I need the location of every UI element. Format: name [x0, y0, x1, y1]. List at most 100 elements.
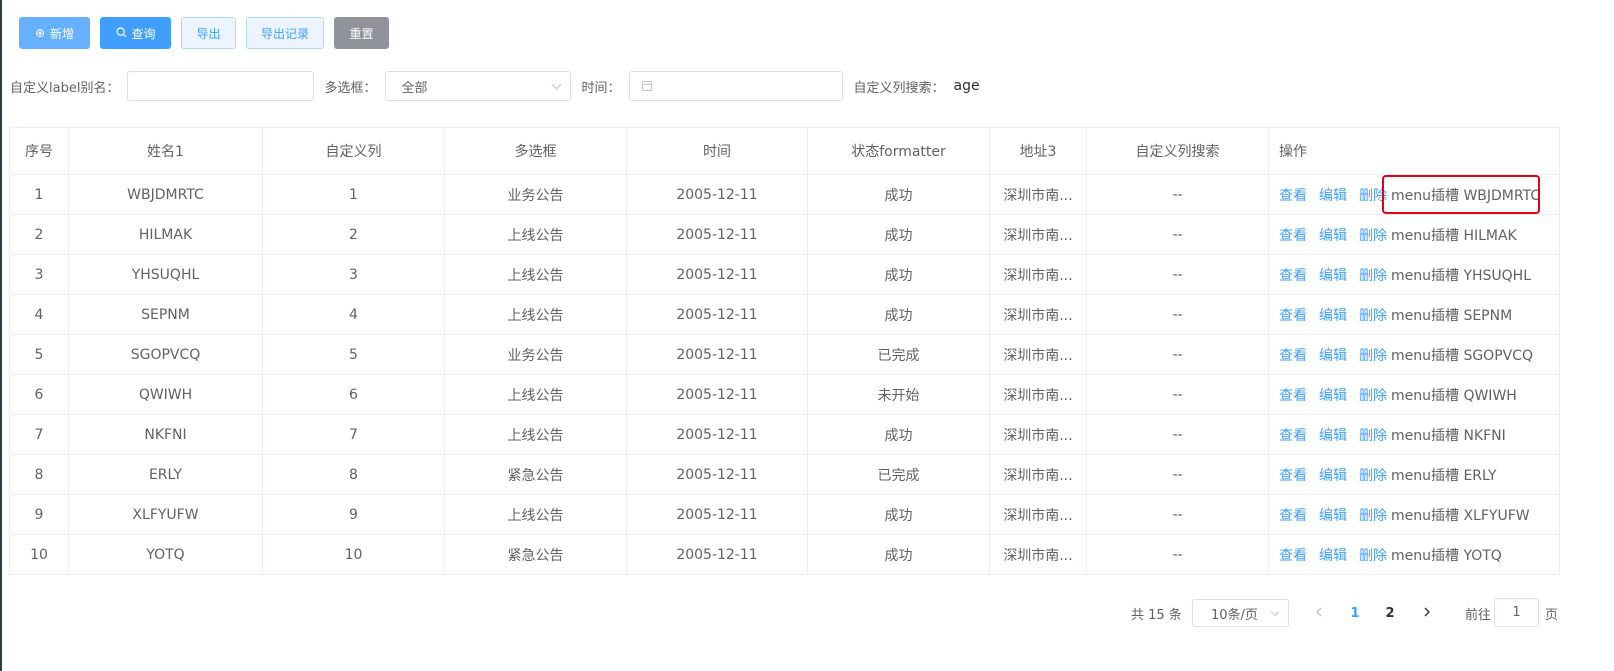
delete-link[interactable]: 删除	[1359, 468, 1387, 484]
cell-time: 2005-12-11	[626, 374, 808, 415]
page-size-value: 10条/页	[1211, 607, 1258, 623]
query-button[interactable]: 查询	[100, 17, 171, 49]
cell-custom-search: --	[1086, 454, 1269, 495]
pagination-total: 共 15 条	[1131, 607, 1182, 623]
column-header-status: 状态formatter	[807, 127, 990, 175]
cell-actions: 查看 编辑 删除 menu插槽 ERLY	[1268, 454, 1560, 495]
view-link[interactable]: 查看	[1279, 508, 1307, 524]
cell-multi: 上线公告	[444, 494, 627, 535]
menu-slot-text: menu插槽 HILMAK	[1391, 227, 1517, 244]
add-button[interactable]: ⊕ 新增	[19, 17, 90, 49]
cell-name: SEPNM	[68, 294, 263, 335]
cell-index: 7	[9, 414, 69, 455]
menu-slot-text: menu插槽 WBJDMRTC	[1391, 187, 1541, 204]
cell-address: 深圳市南...	[989, 534, 1087, 575]
edit-link[interactable]: 编辑	[1319, 548, 1347, 564]
view-link[interactable]: 查看	[1279, 428, 1307, 444]
export-log-button[interactable]: 导出记录	[246, 17, 324, 49]
jump-page-input[interactable]: 1	[1494, 598, 1539, 627]
column-header-address: 地址3	[989, 127, 1087, 175]
cell-address: 深圳市南...	[989, 214, 1087, 255]
page-2-button[interactable]: 2	[1376, 599, 1404, 627]
name-input[interactable]	[127, 71, 315, 101]
data-table: 序号 姓名1 自定义列 多选框 时间 状态formatter 地址3 自定义列搜…	[9, 127, 1560, 575]
table-row: 4 SEPNM 4 上线公告 2005-12-11 成功 深圳市南... -- 查看 编辑 删除 me…	[9, 294, 1560, 335]
cell-index: 8	[9, 454, 69, 495]
view-link[interactable]: 查看	[1279, 188, 1307, 204]
cell-index: 1	[9, 174, 69, 215]
edit-link[interactable]: 编辑	[1319, 268, 1347, 284]
cell-name: YOTQ	[68, 534, 263, 575]
cell-time: 2005-12-11	[626, 174, 808, 215]
custom-search-label: 自定义列搜索：	[853, 80, 945, 96]
delete-link[interactable]: 删除	[1359, 268, 1387, 284]
cell-custom-search: --	[1086, 534, 1269, 575]
delete-link[interactable]: 删除	[1359, 388, 1387, 404]
view-link[interactable]: 查看	[1279, 548, 1307, 564]
view-link[interactable]: 查看	[1279, 348, 1307, 364]
table-row: 8 ERLY 8 紧急公告 2005-12-11 已完成 深圳市南... -- 查看 编辑 删除 me…	[9, 454, 1560, 495]
cell-multi: 业务公告	[444, 334, 627, 375]
menu-slot-text: menu插槽 QWIWH	[1391, 387, 1517, 404]
delete-link[interactable]: 删除	[1359, 308, 1387, 324]
delete-link[interactable]: 删除	[1359, 428, 1387, 444]
column-header-index: 序号	[9, 127, 69, 175]
edit-link[interactable]: 编辑	[1319, 468, 1347, 484]
delete-link[interactable]: 删除	[1359, 348, 1387, 364]
edit-link[interactable]: 编辑	[1319, 428, 1347, 444]
view-link[interactable]: 查看	[1279, 388, 1307, 404]
edit-link[interactable]: 编辑	[1319, 228, 1347, 244]
multi-select-label: 多选框：	[324, 80, 377, 96]
prev-page-button[interactable]	[1305, 599, 1333, 627]
table-row: 6 QWIWH 6 上线公告 2005-12-11 未开始 深圳市南... -- 查看 编辑 删除 m…	[9, 374, 1560, 415]
edit-link[interactable]: 编辑	[1319, 388, 1347, 404]
calendar-icon	[642, 81, 653, 91]
next-page-button[interactable]	[1413, 599, 1441, 627]
date-picker[interactable]	[629, 71, 844, 101]
custom-search-value: age	[953, 78, 980, 94]
cell-index: 5	[9, 334, 69, 375]
table-row: 9 XLFYUFW 9 上线公告 2005-12-11 成功 深圳市南... -- 查看 编辑 删除…	[9, 494, 1560, 535]
view-link[interactable]: 查看	[1279, 468, 1307, 484]
cell-index: 9	[9, 494, 69, 535]
menu-slot-text: menu插槽 XLFYUFW	[1391, 507, 1530, 524]
cell-status: 成功	[807, 214, 990, 255]
cell-custom-search: --	[1086, 214, 1269, 255]
cell-actions: 查看 编辑 删除 menu插槽 SEPNM	[1268, 294, 1560, 335]
cell-custom: 9	[262, 494, 445, 535]
delete-link[interactable]: 删除	[1359, 508, 1387, 524]
cell-index: 3	[9, 254, 69, 295]
page-1-button[interactable]: 1	[1341, 599, 1369, 627]
cell-custom-search: --	[1086, 414, 1269, 455]
cell-multi: 紧急公告	[444, 454, 627, 495]
cell-actions: 查看 编辑 删除 menu插槽 NKFNI	[1268, 414, 1560, 455]
edit-link[interactable]: 编辑	[1319, 348, 1347, 364]
menu-slot-text: menu插槽 SGOPVCQ	[1391, 347, 1534, 364]
cell-actions: 查看 编辑 删除 menu插槽 YOTQ	[1268, 534, 1560, 575]
view-link[interactable]: 查看	[1279, 268, 1307, 284]
cell-time: 2005-12-11	[626, 454, 808, 495]
edit-link[interactable]: 编辑	[1319, 308, 1347, 324]
cell-name: NKFNI	[68, 414, 263, 455]
menu-slot-text: menu插槽 ERLY	[1391, 467, 1497, 484]
menu-slot-text: menu插槽 YHSUQHL	[1391, 267, 1532, 284]
multi-select[interactable]: 全部	[385, 71, 572, 101]
view-link[interactable]: 查看	[1279, 228, 1307, 244]
cell-address: 深圳市南...	[989, 414, 1087, 455]
page-size-select[interactable]: 10条/页	[1192, 599, 1289, 627]
cell-status: 成功	[807, 174, 990, 215]
chevron-left-icon	[1315, 606, 1323, 621]
jump-prefix: 前往	[1465, 607, 1492, 623]
delete-link[interactable]: 删除	[1359, 228, 1387, 244]
reset-button[interactable]: 重置	[334, 17, 389, 49]
edit-link[interactable]: 编辑	[1319, 508, 1347, 524]
export-button[interactable]: 导出	[181, 17, 236, 49]
view-link[interactable]: 查看	[1279, 308, 1307, 324]
delete-link[interactable]: 删除	[1359, 548, 1387, 564]
cell-custom: 4	[262, 294, 445, 335]
edit-link[interactable]: 编辑	[1319, 188, 1347, 204]
cell-status: 成功	[807, 254, 990, 295]
delete-link[interactable]: 删除	[1359, 188, 1387, 204]
table-row: 1 WBJDMRTC 1 业务公告 2005-12-11 成功 深圳市南... -- 查看 编辑删…	[9, 174, 1560, 215]
cell-time: 2005-12-11	[626, 214, 808, 255]
